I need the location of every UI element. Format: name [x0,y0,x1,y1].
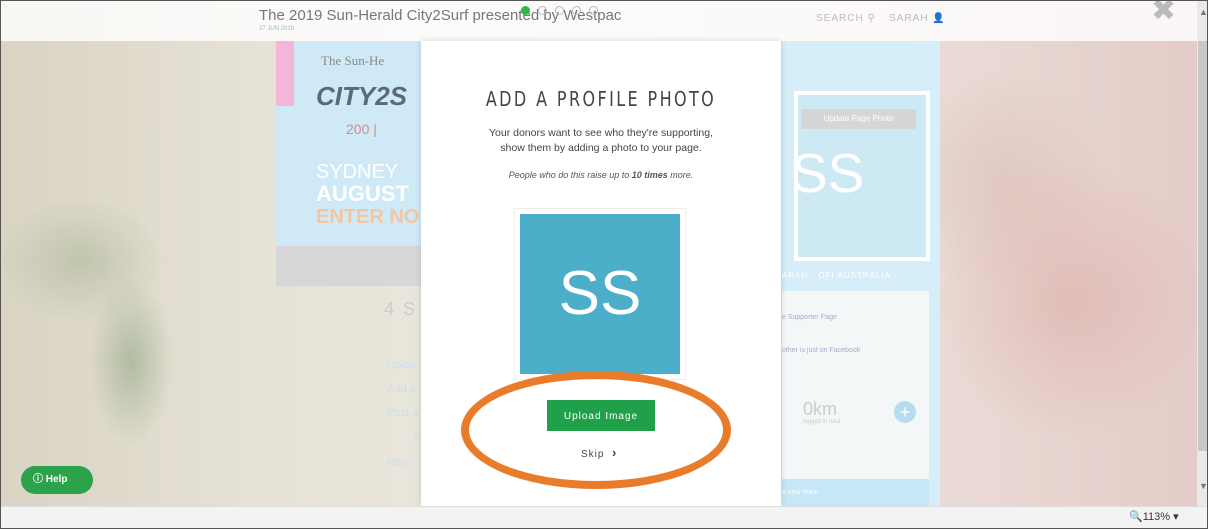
banner-logo-text: The Sun-He [321,53,385,68]
banner-divider [276,246,421,286]
banner-logo-city: CITY2S [316,81,408,111]
user-icon: 👤 [932,13,946,24]
step-link-post[interactable]: Post a [387,407,418,419]
page-owner-name: ARAH - OFI AUSTRALIA [782,271,891,280]
progress-dots [521,2,606,20]
modal-title: ADD A PROFILE PHOTO [485,87,717,111]
banner-accent [276,41,294,106]
scrollbar-thumb[interactable] [1198,41,1207,451]
create-team-button[interactable]: a new team [782,479,929,506]
page-photo-initials: SS [791,142,865,204]
user-label: SARAH [889,13,929,24]
help-icon: ⓘ [33,474,43,485]
progress-dot [572,6,581,15]
modal-desc-line-1: Your donors want to see who they're supp… [488,127,713,139]
avatar: SS [520,214,680,374]
close-icon[interactable]: ✖ [1151,1,1176,28]
zoom-level: 113% [1142,511,1171,523]
modal-desc-line-2: show them by adding a photo to your page… [500,142,702,154]
edit-supporter-page-link[interactable]: e Supporter Page [782,314,837,321]
km-total: 0km [803,399,838,419]
km-subtitle: logged in total [803,419,841,425]
highlight-annotation [461,371,731,489]
help-label: Help [45,474,68,485]
event-banner: The Sun-He CITY2S 200 | SYDNEY AUGUST EN… [276,41,421,246]
search-label: SEARCH [816,13,864,24]
progress-dot [555,6,564,15]
modal-description: Your donors want to see who they're supp… [441,126,761,156]
steps-heading: 4 S [384,299,418,319]
help-button[interactable]: ⓘ Help [21,466,93,494]
zoom-control[interactable]: 🔍113% ▾ [1129,510,1179,523]
update-page-photo-button[interactable]: Update Page Photo [801,109,916,129]
banner-line-2: AUGUST [316,181,409,206]
scroll-up-icon[interactable]: ▲ [1199,7,1207,17]
progress-dot [538,6,547,15]
search-link[interactable]: SEARCH ⚲ [816,13,876,24]
banner-200: 200 | [346,121,377,137]
scroll-down-icon[interactable]: ▼ [1199,481,1207,491]
modal-note-suffix: more. [667,170,694,180]
progress-dot-active [521,6,530,15]
search-icon: ⚲ [867,13,876,24]
zoom-icon: 🔍 [1129,511,1143,523]
modal-note-prefix: People who do this raise up to [508,170,632,180]
page-url[interactable]: https:/ [387,457,412,467]
facebook-link[interactable]: other is just on Facebook [782,347,860,354]
status-bar [1,506,1207,528]
page-date: 27 JUN 2019 [259,26,295,32]
banner-line-3: ENTER NO [316,206,420,228]
chevron-down-icon: ▾ [1173,511,1179,523]
browser-window: The Sun-He CITY2S 200 | SYDNEY AUGUST EN… [0,0,1208,529]
progress-dot [589,6,598,15]
add-km-button[interactable]: + [894,401,916,423]
step-link-upload[interactable]: Uploa [387,359,416,371]
user-menu[interactable]: SARAH 👤 [889,13,946,24]
step-link-add[interactable]: Add a [387,383,416,395]
site-header: The 2019 Sun-Herald City2Surf presented … [1,1,1197,41]
modal-note: People who do this raise up to 10 times … [441,170,761,180]
modal-note-bold: 10 times [631,170,668,180]
